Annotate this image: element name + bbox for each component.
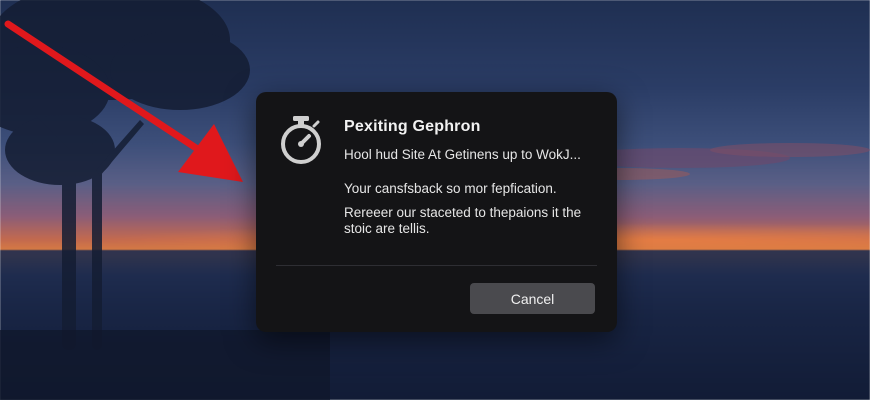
dialog-box: Pexiting Gephron Hool hud Site At Getine… <box>256 92 617 332</box>
dialog-message: Your cansfsback so mor fepfication. <box>344 181 557 196</box>
dialog-divider <box>276 265 597 266</box>
cancel-button[interactable]: Cancel <box>470 283 595 314</box>
dialog-subtitle: Hool hud Site At Getinens up to WokJ... <box>344 147 581 162</box>
dialog-detail-line-1: Rereeer our staceted to thepaions it the <box>344 205 582 220</box>
dialog-title: Pexiting Gephron <box>344 118 481 135</box>
red-arrow-annotation <box>4 20 243 182</box>
dialog-detail-line-2: stoic are tellis. <box>344 221 430 236</box>
stopwatch-icon <box>281 116 321 164</box>
